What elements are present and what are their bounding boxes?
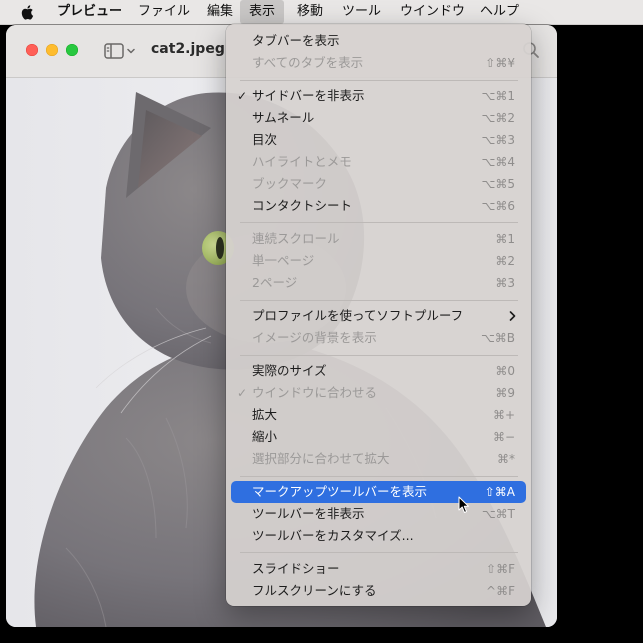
menu-item-two-pages: 2ページ ⌘3 — [231, 272, 526, 294]
menu-item-enter-full-screen[interactable]: フルスクリーンにする ^⌘F — [231, 580, 526, 602]
menu-item-shortcut: ⌘1 — [495, 232, 515, 246]
menu-item-label: ツールバーを非表示 — [252, 506, 365, 521]
menu-bar: プレビュー ファイル 編集 表示 移動 ツール ウインドウ ヘルプ — [0, 0, 643, 25]
menu-edit[interactable]: 編集 — [198, 0, 242, 24]
menu-item-label: 2ページ — [252, 275, 298, 290]
menu-preview[interactable]: プレビュー — [48, 0, 131, 24]
menu-item-label: フルスクリーンにする — [252, 583, 377, 598]
menu-item-label: 連続スクロール — [252, 231, 340, 246]
menu-item-zoom-to-selection: 選択部分に合わせて拡大 ⌘* — [231, 448, 526, 470]
menu-separator — [240, 552, 518, 553]
close-button[interactable] — [26, 44, 38, 56]
menu-item-label: 拡大 — [252, 407, 278, 422]
menu-item-shortcut: ⌥⌘4 — [481, 155, 515, 169]
menu-item-shortcut: ⌘+ — [492, 408, 515, 422]
menu-item-label: イメージの背景を表示 — [252, 330, 377, 345]
menu-item-single-page: 単一ページ ⌘2 — [231, 250, 526, 272]
menu-item-shortcut: ⇧⌘A — [484, 485, 515, 499]
menu-item-shortcut: ⌘0 — [495, 364, 515, 378]
menu-item-actual-size[interactable]: 実際のサイズ ⌘0 — [231, 360, 526, 382]
menu-item-label: ウインドウに合わせる — [252, 385, 378, 400]
apple-logo-icon[interactable] — [19, 3, 37, 21]
menu-view[interactable]: 表示 — [240, 0, 285, 24]
menu-item-highlights-and-notes: ハイライトとメモ ⌥⌘4 — [231, 151, 526, 173]
menu-item-zoom-out[interactable]: 縮小 ⌘− — [231, 426, 526, 448]
menu-item-label: すべてのタブを表示 — [252, 55, 364, 70]
checkmark-icon: ✓ — [236, 386, 248, 400]
menu-item-show-image-background: イメージの背景を表示 ⌥⌘B — [231, 327, 526, 349]
menu-separator — [240, 300, 518, 301]
menu-item-continuous-scroll: 連続スクロール ⌘1 — [231, 228, 526, 250]
menu-item-label: プロファイルを使ってソフトプルーフ — [252, 308, 464, 323]
mouse-pointer-icon — [458, 496, 469, 513]
menu-item-label: 実際のサイズ — [252, 363, 327, 378]
menu-item-contact-sheet[interactable]: コンタクトシート ⌥⌘6 — [231, 195, 526, 217]
menu-item-shortcut: ⌘3 — [495, 276, 515, 290]
menu-item-label: サイドバーを非表示 — [252, 88, 365, 103]
menu-separator — [240, 80, 518, 81]
menu-item-label: 選択部分に合わせて拡大 — [252, 451, 390, 466]
menu-item-shortcut: ^⌘F — [486, 584, 515, 598]
menu-item-slideshow[interactable]: スライドショー ⇧⌘F — [231, 558, 526, 580]
checkmark-icon: ✓ — [236, 89, 248, 103]
menu-item-shortcut: ⌥⌘5 — [481, 177, 515, 191]
menu-item-shortcut: ⌘9 — [495, 386, 515, 400]
submenu-chevron-right-icon — [509, 311, 516, 321]
menu-item-label: スライドショー — [252, 561, 340, 576]
menu-item-label: 目次 — [252, 132, 278, 147]
menu-item-label: マークアップツールバーを表示 — [252, 484, 428, 499]
menu-item-thumbnails[interactable]: サムネール ⌥⌘2 — [231, 107, 526, 129]
zoom-button[interactable] — [66, 44, 78, 56]
minimize-button[interactable] — [46, 44, 58, 56]
menu-item-label: サムネール — [252, 110, 315, 125]
menu-item-shortcut: ⌥⌘3 — [481, 133, 515, 147]
menu-item-label: タブバーを表示 — [252, 33, 340, 48]
menu-item-shortcut: ⇧⌘F — [486, 562, 515, 576]
menu-item-customize-toolbar[interactable]: ツールバーをカスタマイズ... — [231, 525, 526, 547]
menu-item-shortcut: ⌥⌘B — [480, 331, 515, 345]
menu-item-label: 単一ページ — [252, 253, 315, 268]
menu-help[interactable]: ヘルプ — [471, 0, 528, 24]
menu-item-hide-toolbar[interactable]: ツールバーを非表示 ⌥⌘T — [231, 503, 526, 525]
menu-item-zoom-in[interactable]: 拡大 ⌘+ — [231, 404, 526, 426]
menu-item-shortcut: ⌥⌘T — [481, 507, 515, 521]
menu-tools[interactable]: ツール — [333, 0, 390, 24]
menu-item-hide-sidebar[interactable]: ✓ サイドバーを非表示 ⌥⌘1 — [231, 85, 526, 107]
menu-file[interactable]: ファイル — [129, 0, 199, 24]
document-title: cat2.jpeg — [151, 41, 225, 57]
menu-item-label: ブックマーク — [252, 176, 328, 191]
menu-item-label: コンタクトシート — [252, 198, 353, 213]
sidebar-toggle-icon[interactable] — [103, 41, 139, 61]
menu-separator — [240, 355, 518, 356]
menu-item-show-all-tabs: すべてのタブを表示 ⇧⌘¥ — [231, 52, 526, 74]
menu-item-label: 縮小 — [252, 429, 278, 444]
menu-item-show-tab-bar[interactable]: タブバーを表示 — [231, 30, 526, 52]
menu-item-bookmarks: ブックマーク ⌥⌘5 — [231, 173, 526, 195]
view-menu-dropdown: タブバーを表示 すべてのタブを表示 ⇧⌘¥ ✓ サイドバーを非表示 ⌥⌘1 サム… — [226, 24, 531, 606]
menu-item-shortcut: ⌘2 — [495, 254, 515, 268]
menu-item-soft-proof[interactable]: プロファイルを使ってソフトプルーフ — [231, 305, 526, 327]
menu-item-label: ツールバーをカスタマイズ... — [252, 528, 414, 543]
menu-separator — [240, 476, 518, 477]
menu-item-show-markup-toolbar[interactable]: マークアップツールバーを表示 ⇧⌘A — [231, 481, 526, 503]
menu-go[interactable]: 移動 — [288, 0, 332, 24]
menu-item-label: ハイライトとメモ — [252, 154, 352, 169]
menu-item-table-of-contents[interactable]: 目次 ⌥⌘3 — [231, 129, 526, 151]
menu-window[interactable]: ウインドウ — [391, 0, 474, 24]
menu-item-shortcut: ⌥⌘2 — [481, 111, 515, 125]
menu-item-shortcut: ⌘− — [492, 430, 515, 444]
menu-separator — [240, 222, 518, 223]
menu-item-shortcut: ⌘* — [497, 452, 515, 466]
menu-item-fit-to-window: ✓ ウインドウに合わせる ⌘9 — [231, 382, 526, 404]
menu-item-shortcut: ⌥⌘1 — [481, 89, 515, 103]
menu-item-shortcut: ⇧⌘¥ — [485, 56, 515, 70]
menu-item-shortcut: ⌥⌘6 — [481, 199, 515, 213]
